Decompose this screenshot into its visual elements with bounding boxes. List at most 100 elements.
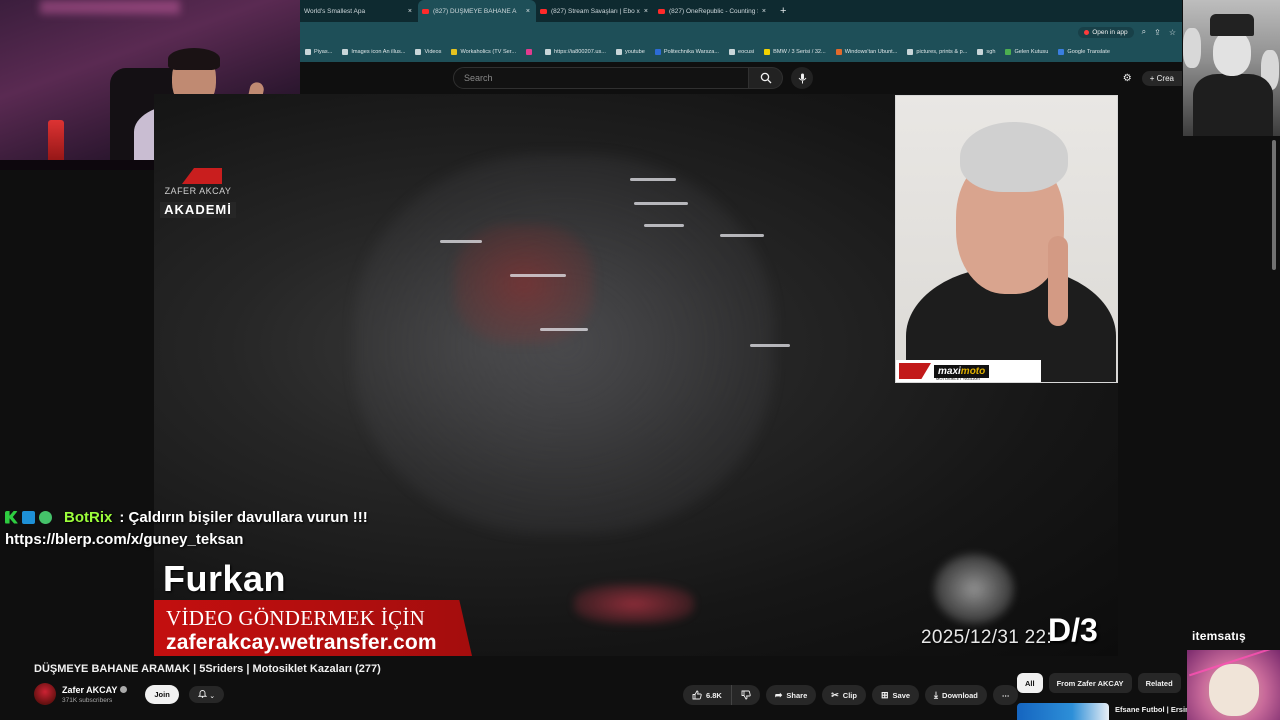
bookmark-label: sgh: [986, 49, 996, 55]
screen: World's Smallest Apa × (827) DÜŞMEYE BAHAN…: [0, 0, 1280, 720]
browser-tab[interactable]: (827) OneRepublic - Counting S ×: [654, 0, 772, 22]
save-button[interactable]: ⊞ Save: [871, 685, 920, 705]
light-streak: [440, 240, 482, 243]
like-button[interactable]: 6.8K: [683, 685, 732, 705]
like-count: 6.8K: [706, 690, 722, 700]
d-counter: D/3: [1048, 612, 1098, 648]
thumbs-down-icon: [741, 690, 751, 700]
recommended-title[interactable]: Efsane Futbol | Ersin D: [1115, 703, 1197, 714]
share-button[interactable]: ➦ Share: [765, 685, 817, 705]
search-button[interactable]: [749, 67, 783, 89]
search-input[interactable]: Search: [453, 67, 749, 89]
bookmark-label: Windows'tan Ubunt...: [844, 49, 898, 55]
youtube-favicon-icon: [540, 8, 547, 14]
video-actions: 6.8K ➦ Share ✂ Clip ⊞ Save ⤓ Download ⋯: [683, 685, 1019, 705]
bookmark-item[interactable]: sgh: [972, 49, 1000, 55]
page-scrollbar[interactable]: [1272, 140, 1276, 270]
bookmark-icon: ⊞: [880, 689, 889, 700]
bookmark-item[interactable]: Piyas...: [300, 49, 337, 55]
streamer-cap: [168, 48, 220, 70]
dislike-button[interactable]: [731, 685, 760, 705]
bookmark-item[interactable]: youtube: [611, 49, 650, 55]
academy-subtitle: AKADEMİ: [160, 202, 236, 218]
save-label: Save: [892, 690, 911, 700]
filter-chip[interactable]: From Zafer AKCAY: [1048, 673, 1132, 693]
bookmark-favicon-icon: [526, 49, 533, 55]
recommended-text: Efsane Futbol | Ersin D: [1115, 703, 1197, 720]
close-tab-icon[interactable]: ×: [526, 8, 530, 15]
bookmark-item[interactable]: eocusi: [724, 49, 759, 55]
filter-chip[interactable]: All: [1017, 673, 1043, 693]
bookmark-label: Gelen Kutusu: [1014, 49, 1049, 55]
bookmark-label: youtube: [624, 49, 645, 55]
tab-title: World's Smallest Apa: [304, 7, 366, 15]
open-in-app-button[interactable]: Open in app: [1078, 26, 1134, 38]
channel-name-row[interactable]: Zafer AKCAY: [62, 685, 128, 695]
browser-tab-bar: World's Smallest Apa × (827) DÜŞMEYE BAHAN…: [300, 0, 1182, 22]
bookmark-item[interactable]: Workaholics (TV Ser...: [446, 49, 521, 55]
bookmark-label: Images icon An illus...: [351, 49, 406, 55]
bookmark-item[interactable]: https://ia800207.us...: [540, 49, 611, 55]
bookmark-favicon-icon: [615, 49, 622, 55]
bookmark-item[interactable]: Google Translate: [1053, 49, 1115, 55]
bookmark-favicon-icon: [1058, 49, 1065, 55]
chat-message: BotRix : Çaldırın bişiler davullara vuru…: [5, 506, 405, 528]
bookmark-item[interactable]: Politechnika Warsza...: [650, 49, 724, 55]
notification-bell-button[interactable]: ⌄: [188, 685, 225, 703]
more-actions-button[interactable]: ⋯: [992, 685, 1019, 705]
clip-label: Clip: [842, 690, 857, 700]
close-tab-icon[interactable]: ×: [408, 8, 412, 15]
bookmark-favicon-icon: [764, 49, 771, 55]
bookmark-item[interactable]: Windows'tan Ubunt...: [831, 49, 903, 55]
youtube-dot-icon: [1084, 29, 1090, 35]
download-button[interactable]: ⤓ Download: [925, 685, 987, 705]
bookmark-item[interactable]: Gelen Kutusu: [1000, 49, 1053, 55]
close-tab-icon[interactable]: ×: [644, 8, 648, 15]
bookmark-favicon-icon: [342, 49, 349, 55]
bot-badge-icon: [22, 510, 35, 524]
tab-title: (827) DÜŞMEYE BAHANE A: [433, 7, 517, 15]
chat-text: : Çaldırın bişiler davullara vurun !!!: [119, 508, 368, 526]
channel-info: Zafer AKCAY 371K subscribers: [62, 685, 128, 704]
chevron-down-icon: ⌄: [209, 692, 216, 700]
star-icon[interactable]: ☆: [1169, 28, 1176, 37]
browser-tab[interactable]: (827) Stream Savaşları | Ebo x Ul ×: [536, 0, 654, 22]
channel-row: Zafer AKCAY 371K subscribers Join ⌄: [34, 682, 225, 706]
camera-add-icon[interactable]: ⚙: [1123, 73, 1132, 84]
create-button[interactable]: + Crea: [1141, 70, 1182, 86]
browser-tab[interactable]: World's Smallest Apa ×: [300, 0, 418, 22]
bookmark-item[interactable]: Videos: [410, 49, 446, 55]
light-streak: [634, 202, 688, 205]
join-button[interactable]: Join: [145, 684, 179, 704]
bookmark-item[interactable]: pictures, prints & p...: [902, 49, 972, 55]
bookmark-favicon-icon: [835, 49, 842, 55]
bookmark-favicon-icon: [305, 49, 311, 55]
channel-name[interactable]: Zafer AKCAY: [62, 685, 117, 695]
recommended-thumbnail[interactable]: [1017, 703, 1109, 720]
bookmark-item[interactable]: BMW / 3 Serisi / 32...: [759, 49, 831, 55]
filter-chip[interactable]: Related: [1137, 673, 1181, 693]
share-label: Share: [786, 690, 808, 700]
browser-tab[interactable]: (827) DÜŞMEYE BAHANE A ×: [418, 0, 536, 22]
light-streak: [510, 274, 566, 277]
bookmark-favicon-icon: [977, 49, 984, 55]
bookmark-item[interactable]: Images icon An illus...: [337, 49, 410, 55]
new-tab-button[interactable]: +: [772, 5, 794, 17]
bookmark-label: Workaholics (TV Ser...: [460, 49, 517, 55]
close-tab-icon[interactable]: ×: [762, 8, 766, 15]
bookmark-label: Politechnika Warsza...: [663, 49, 719, 55]
bookmark-item[interactable]: [521, 49, 540, 55]
header-right: ⚙ + Crea: [1123, 68, 1182, 88]
channel-avatar[interactable]: [34, 683, 56, 705]
share-page-icon[interactable]: ⇪: [1154, 28, 1161, 37]
presenter-hair: [960, 122, 1068, 192]
photo-hat: [1210, 14, 1254, 36]
clip-button[interactable]: ✂ Clip: [822, 685, 866, 705]
zoom-icon[interactable]: ⌕: [1142, 27, 1146, 37]
light-streak: [540, 328, 588, 331]
historical-photo-overlay: [1183, 0, 1280, 136]
voice-search-button[interactable]: [791, 67, 813, 89]
photo-coat: [1193, 74, 1273, 136]
browser-toolbar: Open in app ⌕ ⇪ ☆: [300, 22, 1182, 42]
zafer-akcay-academy-logo: ZAFER AKCAY AKADEMİ: [156, 168, 240, 220]
